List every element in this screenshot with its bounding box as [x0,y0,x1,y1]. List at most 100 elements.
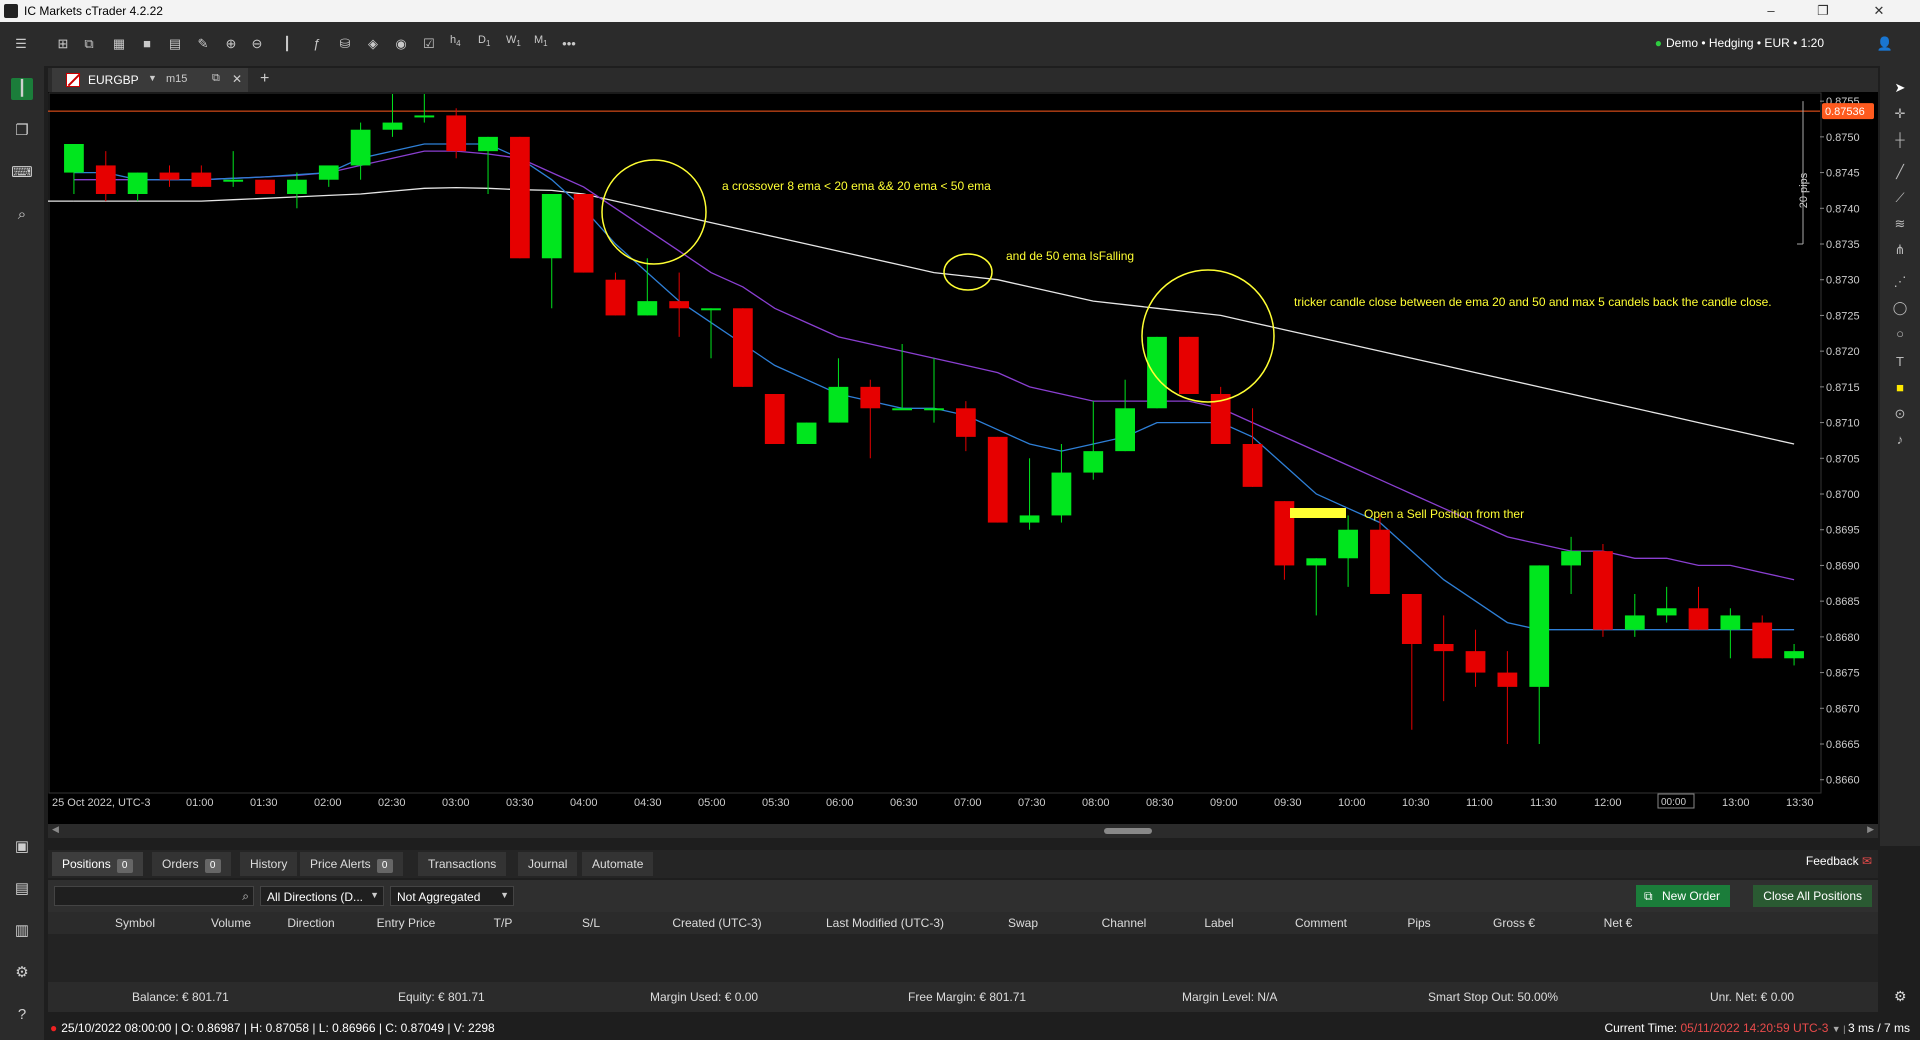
analyze-icon[interactable]: ⌕ [11,204,33,226]
zoom-in-icon[interactable]: ⊕ [222,36,240,52]
circle-icon[interactable]: ○ [1890,324,1910,344]
bullish-candle[interactable] [1147,336,1167,409]
camera-icon[interactable]: ⊙ [1890,404,1910,424]
detach-tab-icon[interactable]: ⧉ [212,72,220,85]
bearish-candle[interactable] [764,394,785,444]
timeframe-w1[interactable]: W1 [506,34,521,48]
timeframe-m1[interactable]: M1 [534,34,548,48]
bullish-candle[interactable] [350,129,371,166]
direction-filter-select[interactable]: All Directions (D... ▼ [260,886,384,906]
bullish-candle[interactable] [382,122,403,130]
bearish-candle[interactable] [1497,672,1518,687]
bearish-candle[interactable] [1688,608,1709,630]
edit-chart-icon[interactable]: ✎ [194,36,212,52]
bearish-candle[interactable] [510,136,530,259]
symbol-dropdown-icon[interactable]: ▼ [148,73,157,83]
column-header[interactable]: Last Modified (UTC-3) [800,916,970,930]
new-order-button[interactable]: ⧉ New Order [1635,885,1730,907]
chart-canvas[interactable]: 0.87550.87500.87450.87400.87350.87300.87… [48,92,1878,824]
chart-tab-timeframe[interactable]: m15 [166,73,187,85]
bullish-candle[interactable] [1306,558,1327,566]
timeframe-h4[interactable]: h4 [450,34,461,48]
bearish-candle[interactable] [446,115,467,152]
bearish-candle[interactable] [732,308,753,387]
settings-icon[interactable]: ⚙ [11,962,33,984]
chart-scrollbar[interactable]: ◀ ▶ [48,824,1878,838]
zoom-out-icon[interactable]: ⊖ [248,36,266,52]
automate-icon[interactable]: ⌨ [11,162,33,184]
bullish-candle[interactable] [1624,615,1645,630]
price-chart[interactable]: 0.8755 0.8750 0.8745 0.8740 0.8735 0.8730 0.87… [48,92,1878,832]
bearish-candle[interactable] [1752,622,1773,659]
horizontal-line-icon[interactable]: ┼ [1890,130,1910,150]
chart-type-icon[interactable]: ┃ [278,36,296,52]
indicators-icon[interactable]: ƒ [308,36,326,52]
eye-icon[interactable]: ◉ [392,36,410,52]
bullish-candle[interactable] [796,422,817,444]
bullish-candle[interactable] [541,194,562,259]
fibonacci-icon[interactable]: ≋ [1890,214,1910,234]
split-layout-icon[interactable]: ▤ [166,36,184,52]
bullish-candle[interactable] [637,301,658,316]
timezone-value[interactable]: UTC-3 [1793,1021,1828,1035]
cursor-icon[interactable]: ➤ [1890,78,1910,98]
bearish-candle[interactable] [159,172,180,180]
add-tab-icon[interactable]: + [260,70,269,88]
bullish-candle[interactable] [892,408,913,411]
bullish-candle[interactable] [1529,565,1550,687]
bullish-candle[interactable] [1784,651,1804,659]
new-chart-icon[interactable]: ⊞ [54,36,72,52]
templates-icon[interactable]: ⛁ [336,36,354,52]
bearish-candle[interactable] [1370,529,1390,594]
bearish-candle[interactable] [1242,444,1263,487]
column-header[interactable]: T/P [458,916,548,930]
bullish-candle[interactable] [828,386,849,423]
close-all-positions-button[interactable]: Close All Positions [1753,885,1872,907]
bullish-candle[interactable] [64,144,84,173]
bearish-candle[interactable] [1401,594,1422,644]
ray-icon[interactable]: ⟋ [1890,188,1910,208]
bearish-candle[interactable] [1178,336,1199,394]
bullish-candle[interactable] [1083,451,1104,473]
close-tab-icon[interactable]: ✕ [232,72,242,86]
scroll-right-icon[interactable]: ▶ [1867,824,1874,835]
bearish-candle[interactable] [987,436,1008,523]
news-icon[interactable]: ▤ [11,878,33,900]
channel-icon[interactable]: ⋰ [1890,272,1910,292]
bearish-candle[interactable] [191,172,212,187]
trend-line-icon[interactable]: ╱ [1890,162,1910,182]
color-swatch-icon[interactable]: ■ [1890,378,1910,398]
bullish-candle[interactable] [223,179,244,182]
pitchfork-icon[interactable]: ⋔ [1890,240,1910,260]
column-header[interactable]: Entry Price [354,916,458,930]
layout-grid-icon[interactable]: ▦ [110,36,128,52]
bearish-candle[interactable] [95,165,116,194]
column-header[interactable]: Label [1172,916,1266,930]
bearish-candle[interactable] [1465,651,1486,673]
calendar-icon[interactable]: ▥ [11,920,33,942]
column-header[interactable]: Volume [194,916,268,930]
bullish-candle[interactable] [127,172,148,194]
layers-icon[interactable]: ◈ [364,36,382,52]
bearish-candle[interactable] [605,279,626,316]
maximize-button[interactable]: ❐ [1800,1,1846,21]
column-header[interactable]: Net € [1566,916,1670,930]
positions-search-input[interactable]: ⌕ [54,886,254,906]
minimize-button[interactable]: – [1748,1,1794,21]
scroll-thumb[interactable] [1104,828,1152,834]
bearish-candle[interactable] [255,179,275,194]
bullish-candle[interactable] [1656,608,1677,616]
bullish-candle[interactable] [1019,515,1040,523]
detach-icon[interactable]: ⧉ [80,36,98,52]
ellipse-icon[interactable]: ◯ [1890,298,1910,318]
bullish-candle[interactable] [1051,472,1072,516]
bullish-candle[interactable] [1338,529,1358,559]
column-header[interactable]: Comment [1266,916,1376,930]
column-header[interactable]: Channel [1076,916,1172,930]
bullish-candle[interactable] [318,165,339,180]
column-header[interactable]: Pips [1376,916,1462,930]
bullish-candle[interactable] [1720,615,1741,630]
trade-chart-icon[interactable]: ☑ [420,36,438,52]
menu-icon[interactable]: ☰ [12,36,30,52]
bullish-candle[interactable] [1561,551,1581,566]
